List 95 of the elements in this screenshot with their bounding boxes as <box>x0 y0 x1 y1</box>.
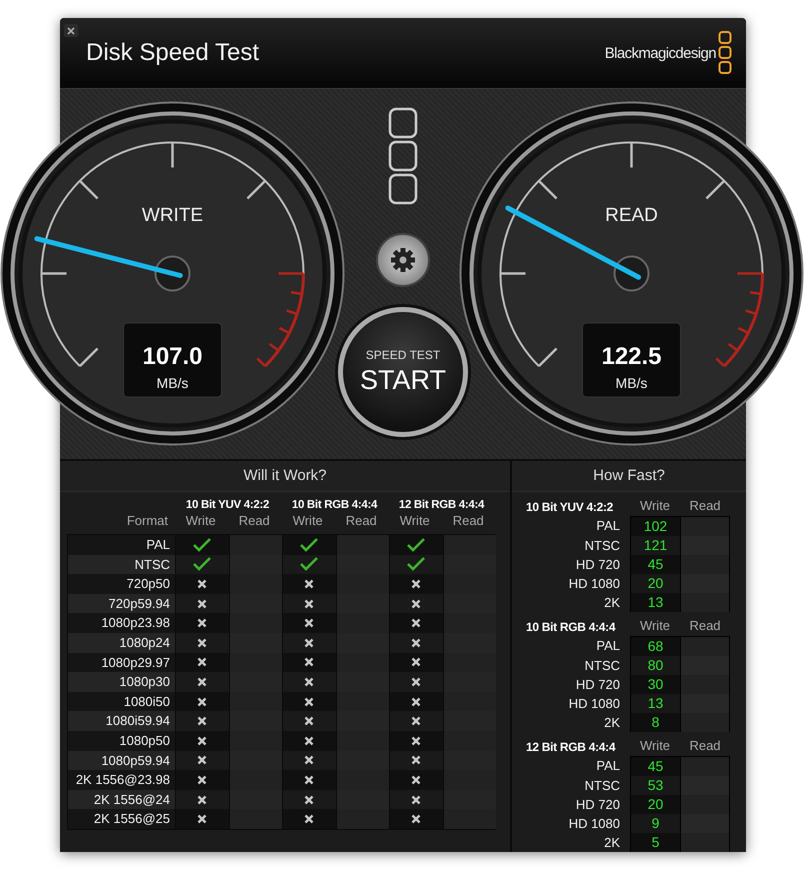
format-cell: 1080i50 <box>68 692 175 712</box>
table-cell <box>680 516 730 536</box>
format-label: NTSC <box>584 777 621 795</box>
format-cell: 2K 1556@23.98 <box>68 770 175 790</box>
speed-cell: 121 <box>630 536 680 555</box>
format-label: 2K <box>603 834 621 852</box>
format-label: 2K <box>603 594 621 612</box>
column-heading: Read <box>688 497 722 515</box>
settings-button[interactable] <box>376 233 430 287</box>
table-cell <box>680 574 730 593</box>
column-heading: Read <box>238 512 271 530</box>
format-cell: 720p59.94 <box>68 594 175 614</box>
table-cell <box>680 536 730 555</box>
format-label: HD 720 <box>574 676 621 694</box>
format-label: NTSC <box>584 537 621 555</box>
column-heading: Write <box>398 512 431 530</box>
table-cell <box>680 756 730 776</box>
section-heading: 12 Bit RGB 4:4:4 <box>526 739 616 756</box>
column-group-heading: 10 Bit RGB 4:4:4 <box>290 499 378 511</box>
table-cell <box>680 675 730 694</box>
format-cell: 2K 1556@25 <box>68 809 175 829</box>
column-group-heading: 10 Bit YUV 4:2:2 <box>184 499 270 511</box>
speed-cell: 13 <box>630 593 680 612</box>
gauge-label: READ <box>605 205 658 226</box>
speed-cell: 13 <box>630 694 680 713</box>
speed-cell: 20 <box>630 574 680 593</box>
column-heading: Read <box>688 617 722 635</box>
format-cell: NTSC <box>68 554 175 574</box>
table-cell <box>680 555 730 574</box>
panel-title: Will it Work? <box>60 461 510 492</box>
table-cell <box>680 656 730 675</box>
format-label: PAL <box>595 637 621 655</box>
column-heading: Read <box>452 512 485 530</box>
table-cell <box>680 636 730 656</box>
section-heading: 10 Bit YUV 4:2:2 <box>526 499 614 516</box>
settings-icon <box>390 247 416 273</box>
table-cell <box>680 593 730 612</box>
format-cell: 720p50 <box>68 574 175 594</box>
window-title: Disk Speed Test <box>86 39 260 67</box>
brand-name: Blackmagicdesign <box>604 44 716 62</box>
format-cell: 1080p29.97 <box>68 652 175 672</box>
start-button[interactable]: SPEED TEST START <box>338 307 468 437</box>
logo-icon <box>718 31 732 75</box>
column-heading: Read <box>688 737 722 755</box>
speed-cell: 8 <box>630 713 680 732</box>
column-heading: Read <box>344 512 378 530</box>
table-cell <box>680 713 730 732</box>
format-label: HD 1080 <box>568 695 621 713</box>
speed-cell: 20 <box>630 795 680 814</box>
format-cell: 1080p23.98 <box>68 613 175 633</box>
speed-cell: 30 <box>630 675 680 694</box>
column-heading: Write <box>638 497 672 515</box>
speed-cell: 102 <box>630 516 680 536</box>
speed-cell: 80 <box>630 656 680 675</box>
table-cell <box>680 814 730 833</box>
speed-value: 107.0 <box>142 343 203 370</box>
panel-title: How Fast? <box>512 461 746 492</box>
table-cell <box>680 694 730 713</box>
format-cell: PAL <box>68 535 175 555</box>
format-cell: 1080i59.94 <box>68 711 175 731</box>
speed-cell: 68 <box>630 636 680 656</box>
format-label: HD 720 <box>574 556 621 574</box>
column-heading: Write <box>638 737 672 755</box>
column-heading: Write <box>184 512 217 530</box>
gauge-label: WRITE <box>142 205 204 226</box>
close-button[interactable] <box>64 24 78 37</box>
format-label: NTSC <box>584 657 621 675</box>
column-heading: Write <box>292 512 324 530</box>
format-cell: 1080p59.94 <box>68 750 175 770</box>
format-label: HD 1080 <box>568 575 621 593</box>
speed-cell: 53 <box>630 776 680 795</box>
speed-cell: 9 <box>630 814 680 833</box>
table-cell <box>680 776 730 795</box>
format-label: PAL <box>595 757 621 775</box>
column-heading: Write <box>638 617 672 635</box>
format-label: 2K <box>603 714 621 732</box>
close-icon <box>67 26 75 34</box>
speed-unit: MB/s <box>156 375 188 391</box>
format-cell: 1080p50 <box>68 730 175 751</box>
format-cell: 2K 1556@24 <box>68 790 175 810</box>
logo-icon <box>388 107 418 205</box>
speed-cell: 45 <box>630 555 680 574</box>
table-cell <box>680 795 730 814</box>
format-cell: 1080p24 <box>68 632 175 653</box>
column-group-heading: 12 Bit RGB 4:4:4 <box>398 499 486 511</box>
column-heading: Format <box>126 512 169 530</box>
format-label: HD 1080 <box>568 815 621 833</box>
speed-unit: MB/s <box>616 375 648 391</box>
format-cell: 1080p30 <box>68 672 175 692</box>
speed-cell: 5 <box>630 833 680 852</box>
speed-value: 122.5 <box>601 343 662 370</box>
format-label: HD 720 <box>574 796 621 814</box>
speed-cell: 45 <box>630 756 680 776</box>
format-label: PAL <box>595 517 621 535</box>
section-heading: 10 Bit RGB 4:4:4 <box>526 619 616 636</box>
